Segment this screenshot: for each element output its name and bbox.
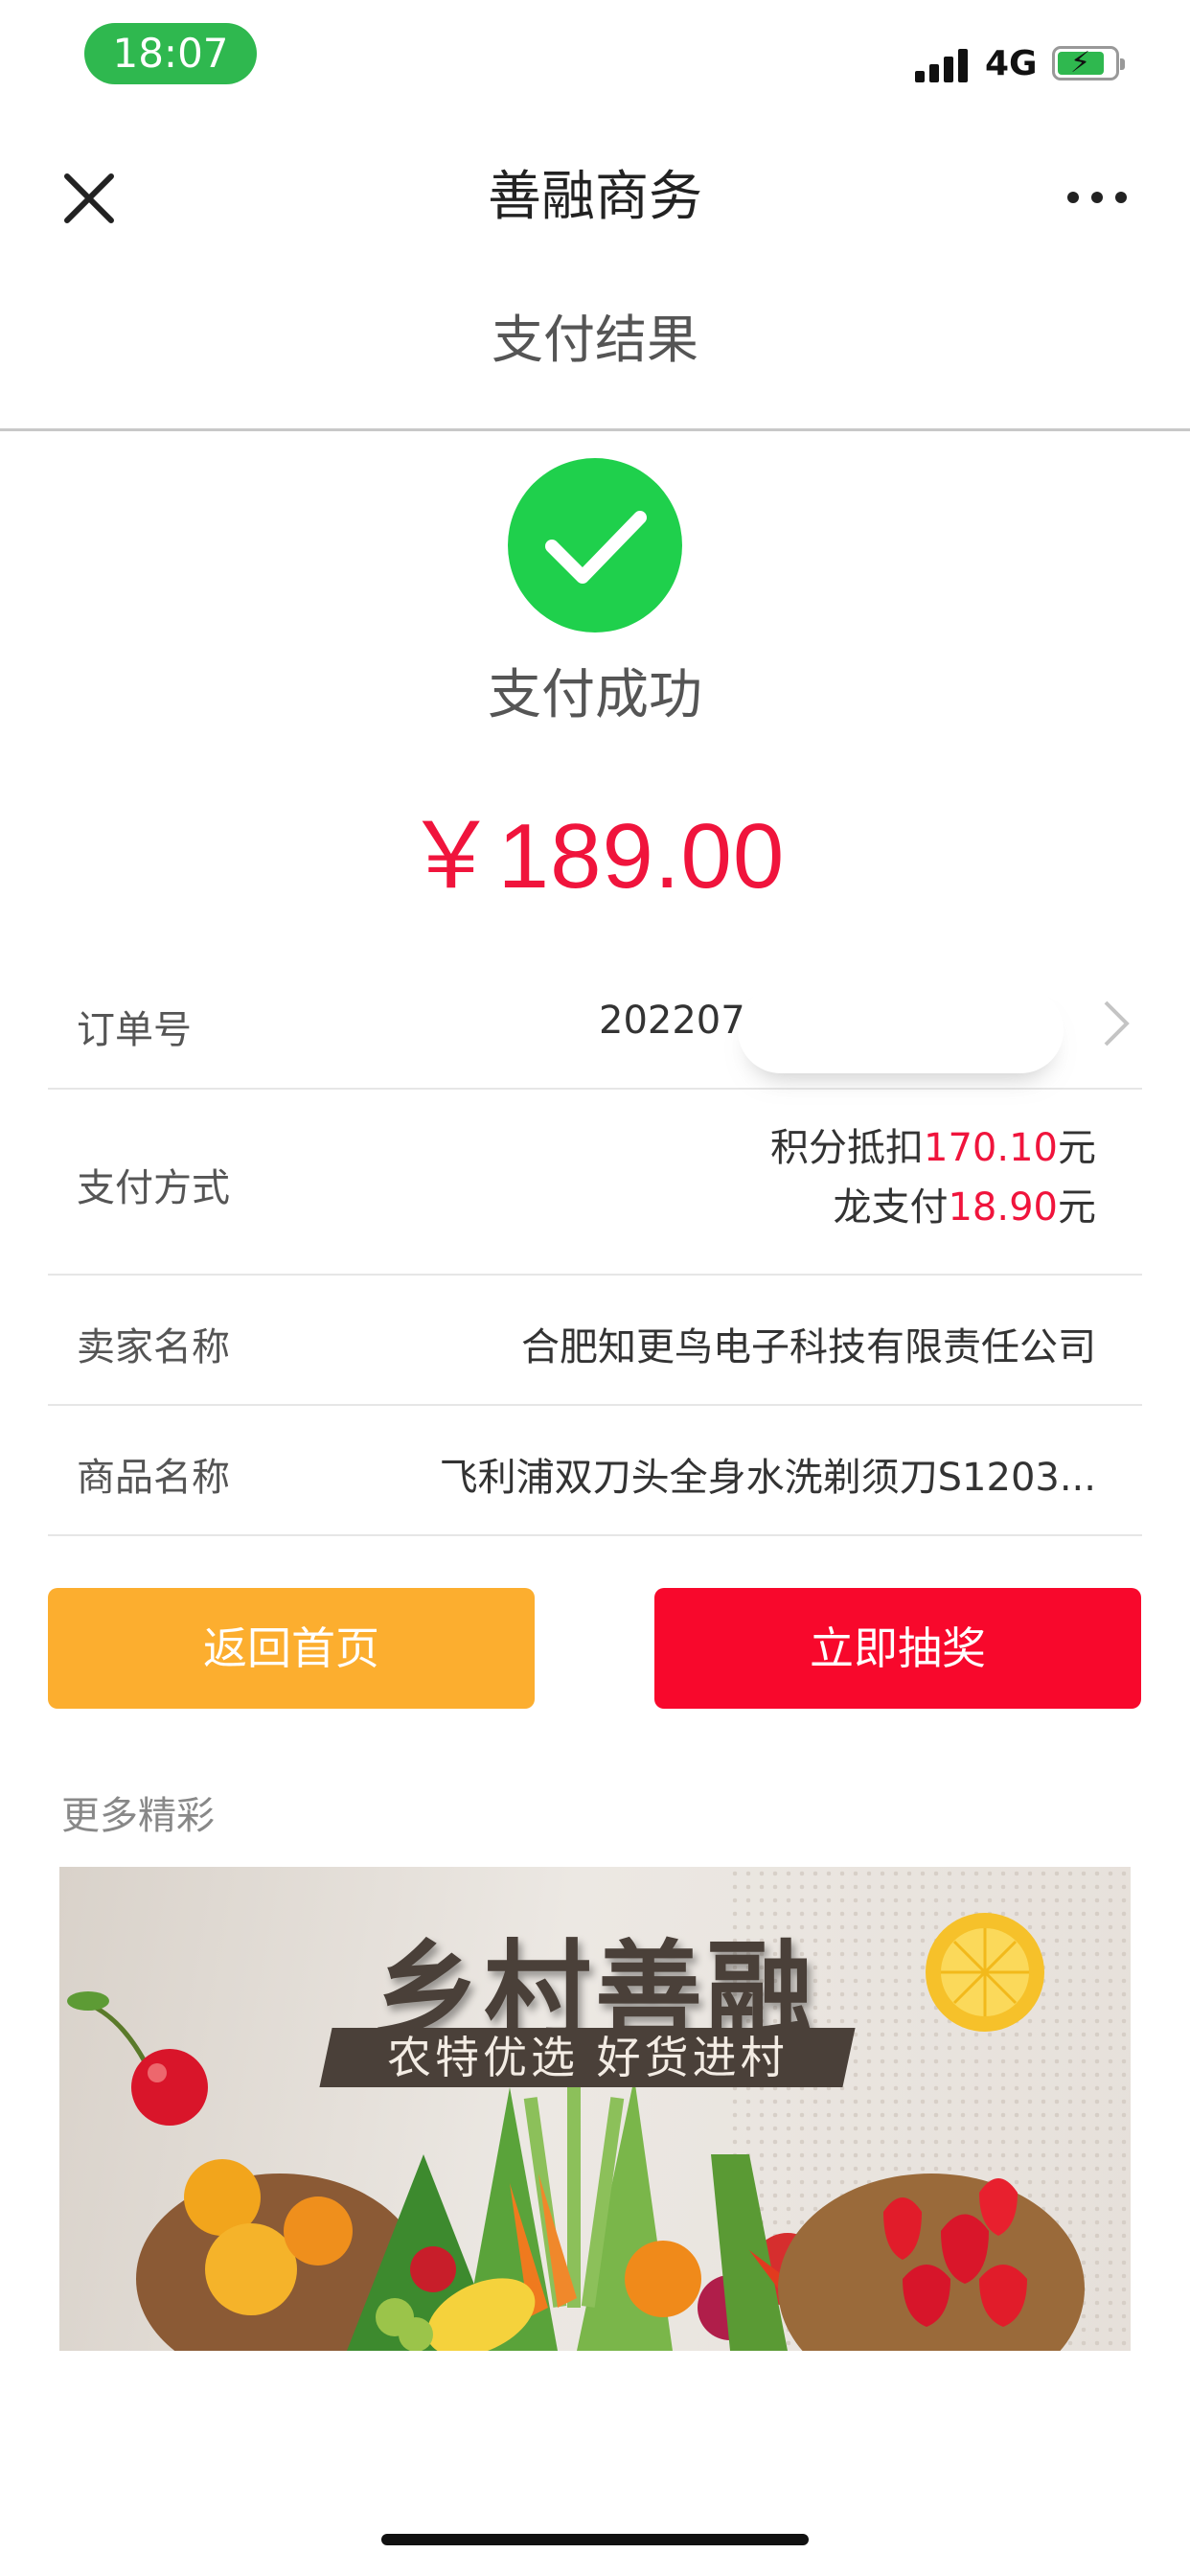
payment-method-row: 支付方式 积分抵扣170.10元 龙支付18.90元	[48, 1090, 1142, 1276]
goods-label: 商品名称	[77, 1456, 230, 1500]
order-number-label: 订单号	[77, 1008, 192, 1052]
payment-method-value: 积分抵扣170.10元 龙支付18.90元	[770, 1118, 1096, 1237]
more-section-label: 更多精彩	[61, 1794, 215, 1838]
order-number-value: 202207	[599, 999, 745, 1043]
seller-value: 合肥知更鸟电子科技有限责任公司	[521, 1325, 1096, 1369]
nav-bar: 善融商务	[0, 125, 1190, 259]
goods-row: 商品名称 飞利浦双刀头全身水洗剃须刀S1203...	[48, 1406, 1142, 1536]
dragon-pay-line: 龙支付18.90元	[833, 1185, 1096, 1230]
battery-charging-icon: ⚡	[1052, 46, 1125, 80]
order-info-list: 订单号 202207 支付方式 积分抵扣170.10元 龙支付18.90元 卖家…	[48, 958, 1142, 1536]
payment-status: 支付成功	[488, 664, 702, 726]
more-icon[interactable]	[1064, 180, 1131, 218]
seller-label: 卖家名称	[77, 1325, 230, 1369]
signal-icon	[915, 48, 971, 82]
points-deduction-line: 积分抵扣170.10元	[770, 1126, 1096, 1170]
checkmark-icon	[508, 458, 682, 632]
payment-method-label: 支付方式	[77, 1166, 230, 1210]
order-number-row[interactable]: 订单号 202207	[48, 958, 1142, 1090]
seller-row: 卖家名称 合肥知更鸟电子科技有限责任公司	[48, 1276, 1142, 1406]
payment-amount: ￥189.00	[404, 805, 786, 908]
status-time: 18:07	[84, 23, 257, 84]
back-home-button[interactable]: 返回首页	[48, 1588, 535, 1709]
chevron-right-icon	[1104, 1000, 1130, 1046]
network-type: 4G	[985, 44, 1038, 83]
lottery-button[interactable]: 立即抽奖	[654, 1588, 1141, 1709]
status-bar: 18:07 4G ⚡	[0, 0, 1190, 125]
page-subtitle: 支付结果	[0, 278, 1190, 431]
promo-banner[interactable]: 乡村善融 农特优选 好货进村	[59, 1867, 1131, 2351]
redaction-blur	[738, 987, 1064, 1073]
goods-value: 飞利浦双刀头全身水洗剃须刀S1203...	[439, 1456, 1096, 1500]
home-indicator	[381, 2534, 809, 2545]
nav-title: 善融商务	[488, 166, 702, 228]
banner-subtitle: 农特优选 好货进村	[319, 2028, 856, 2087]
